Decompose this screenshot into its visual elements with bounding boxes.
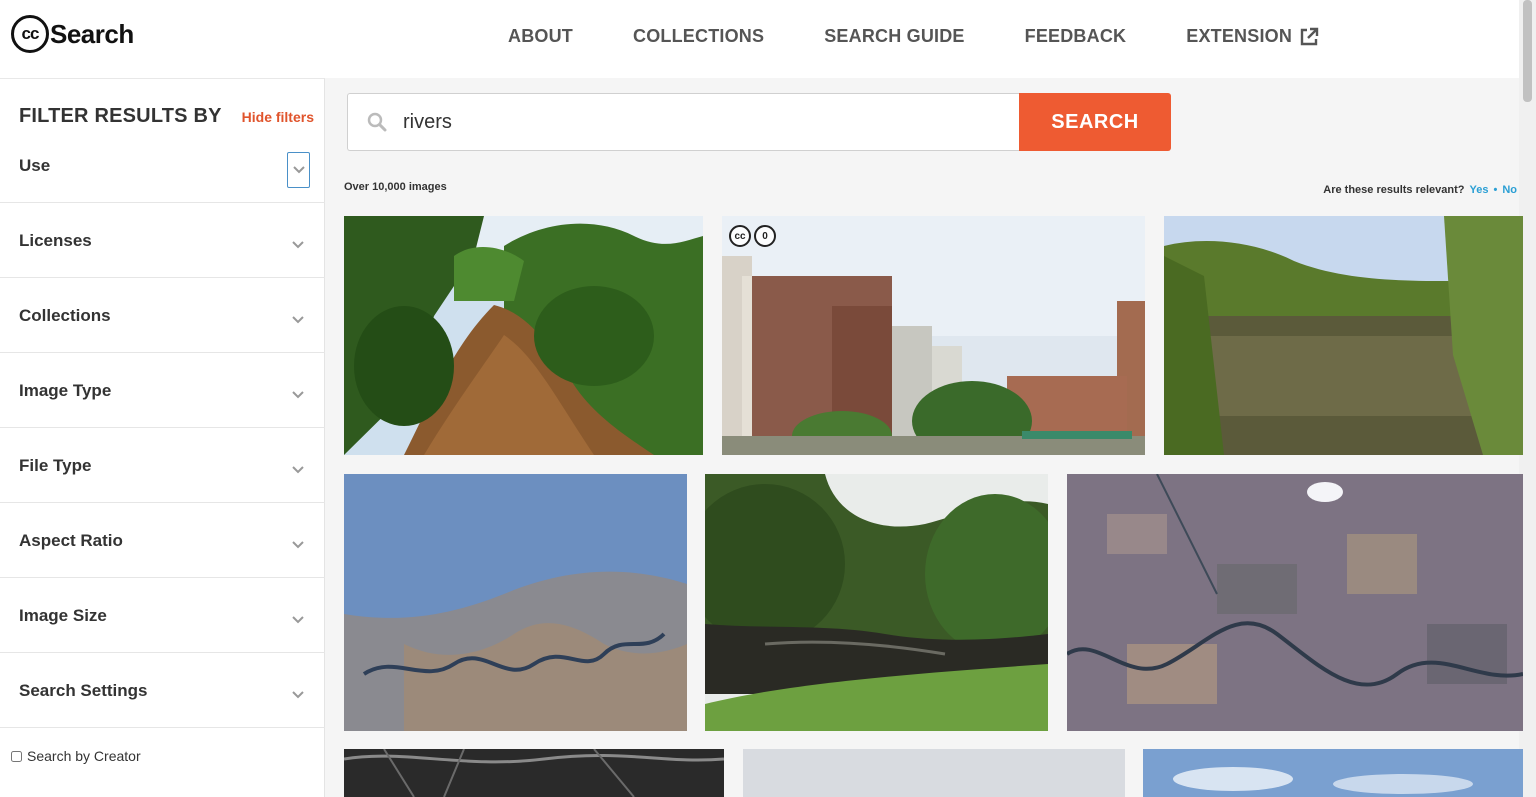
search-by-creator-label: Search by Creator xyxy=(27,748,141,764)
river-photo xyxy=(1164,216,1523,455)
nav-collections-label: COLLECTIONS xyxy=(633,26,765,46)
nav-about[interactable]: ABOUT xyxy=(508,26,573,47)
filter-use-label: Use xyxy=(19,156,51,175)
result-image[interactable] xyxy=(344,749,724,797)
result-image[interactable]: cc 0 xyxy=(722,216,1145,455)
filter-collections[interactable]: Collections xyxy=(0,278,325,353)
search-button[interactable]: SEARCH xyxy=(1019,93,1171,151)
chevron-down-icon xyxy=(292,691,304,699)
filter-collections-label: Collections xyxy=(19,306,111,325)
relevance-prompt: Are these results relevant? Yes • No xyxy=(1323,184,1517,196)
main-nav: ABOUT COLLECTIONS SEARCH GUIDE FEEDBACK … xyxy=(508,26,1319,47)
filter-use-toggle[interactable] xyxy=(287,152,310,188)
chevron-down-icon xyxy=(292,166,305,174)
nav-extension[interactable]: EXTENSION xyxy=(1186,26,1319,47)
cc-search-logo[interactable]: cc Search xyxy=(11,14,134,54)
nav-extension-label: EXTENSION xyxy=(1186,26,1293,46)
nav-feedback-label: FEEDBACK xyxy=(1024,26,1127,46)
filter-image-size[interactable]: Image Size xyxy=(0,578,325,653)
aerial-river-photo xyxy=(344,474,687,731)
filter-aspect-ratio[interactable]: Aspect Ratio xyxy=(0,503,325,578)
nav-search-guide[interactable]: SEARCH GUIDE xyxy=(824,26,964,47)
cc0-license-icon: 0 xyxy=(754,225,776,247)
result-image[interactable] xyxy=(344,474,687,731)
search-field[interactable] xyxy=(347,93,1020,151)
nav-collections[interactable]: COLLECTIONS xyxy=(633,26,764,47)
chevron-down-icon xyxy=(292,241,304,249)
nav-search-guide-label: SEARCH GUIDE xyxy=(824,26,965,46)
result-image[interactable] xyxy=(1143,749,1523,797)
filter-search-settings[interactable]: Search Settings xyxy=(0,653,325,728)
filter-file-type-label: File Type xyxy=(19,456,92,475)
bw-forest-photo xyxy=(344,749,724,797)
relevance-separator: • xyxy=(1493,184,1498,196)
logo-text: Search xyxy=(50,18,134,49)
result-count: Over 10,000 images xyxy=(344,181,447,193)
result-image[interactable] xyxy=(1164,216,1523,455)
result-image[interactable] xyxy=(743,749,1125,797)
search-by-creator-checkbox[interactable] xyxy=(11,750,22,762)
search-input[interactable] xyxy=(403,104,1003,140)
chevron-down-icon xyxy=(292,616,304,624)
filter-use[interactable]: Use xyxy=(0,128,325,203)
forest-river-photo xyxy=(705,474,1048,731)
filter-heading: FILTER RESULTS BY xyxy=(19,105,222,127)
filter-image-size-label: Image Size xyxy=(19,606,107,625)
external-link-icon xyxy=(1300,27,1319,45)
license-badge: cc 0 xyxy=(729,225,779,247)
filter-file-type[interactable]: File Type xyxy=(0,428,325,503)
nav-feedback[interactable]: FEEDBACK xyxy=(1025,26,1127,47)
relevance-question: Are these results relevant? xyxy=(1323,184,1465,196)
filter-image-type-label: Image Type xyxy=(19,381,112,400)
city-photo xyxy=(722,216,1145,455)
scrollbar-thumb[interactable] xyxy=(1523,0,1532,102)
filter-sidebar: FILTER RESULTS BY Hide filters Use Licen… xyxy=(0,78,325,797)
filter-search-settings-label: Search Settings xyxy=(19,681,148,700)
result-image[interactable] xyxy=(705,474,1048,731)
filter-licenses[interactable]: Licenses xyxy=(0,203,325,278)
search-by-creator[interactable]: Search by Creator xyxy=(11,748,141,764)
chevron-down-icon xyxy=(292,316,304,324)
filter-aspect-ratio-label: Aspect Ratio xyxy=(19,531,123,550)
chevron-down-icon xyxy=(292,466,304,474)
filter-image-type[interactable]: Image Type xyxy=(0,353,325,428)
sky-photo xyxy=(743,749,1125,797)
search-icon xyxy=(367,112,387,132)
relevance-no-link[interactable]: No xyxy=(1502,184,1517,196)
aerial-farmland-photo xyxy=(1067,474,1523,731)
cc-logo-mark: cc xyxy=(11,15,49,53)
site-header: cc Search ABOUT COLLECTIONS SEARCH GUIDE… xyxy=(0,0,1536,78)
sky-clouds-photo xyxy=(1143,749,1523,797)
relevance-yes-link[interactable]: Yes xyxy=(1470,184,1489,196)
filter-licenses-label: Licenses xyxy=(19,231,92,250)
river-photo xyxy=(344,216,703,455)
result-image[interactable] xyxy=(1067,474,1523,731)
result-image[interactable] xyxy=(344,216,703,455)
chevron-down-icon xyxy=(292,541,304,549)
hide-filters-link[interactable]: Hide filters xyxy=(242,109,314,125)
nav-about-label: ABOUT xyxy=(508,26,573,46)
chevron-down-icon xyxy=(292,391,304,399)
cc-license-icon: cc xyxy=(729,225,751,247)
